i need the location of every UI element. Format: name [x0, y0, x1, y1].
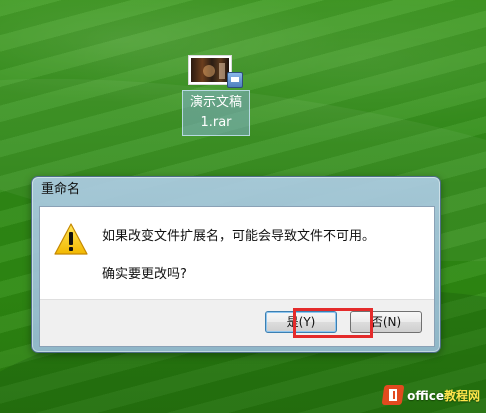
file-name-line2: 1.rar	[200, 115, 232, 130]
office-logo-icon	[383, 385, 403, 405]
dialog-message: 如果改变文件扩展名，可能会导致文件不可用。	[102, 229, 376, 244]
file-name-line1: 演示文稿	[189, 95, 242, 110]
file-thumbnail-icon	[188, 55, 232, 85]
desktop-file-icon[interactable]: 演示文稿 1.rar	[182, 52, 250, 138]
yes-button-highlight	[293, 308, 373, 338]
file-name-label[interactable]: 演示文稿 1.rar	[182, 90, 250, 136]
watermark-text: office教程网	[407, 387, 480, 404]
rename-dialog: 重命名 如果改变文件扩展名，可能会导致文件不可用。 确实要更改吗? 是(Y) 否…	[31, 176, 441, 353]
dialog-client-area: 如果改变文件扩展名，可能会导致文件不可用。 确实要更改吗? 是(Y) 否(N)	[39, 206, 435, 347]
watermark: office教程网	[383, 383, 480, 407]
warning-icon	[54, 223, 88, 255]
watermark-tail: 教程网	[443, 388, 480, 403]
dialog-confirm-question: 确实要更改吗?	[102, 267, 187, 282]
dialog-button-bar: 是(Y) 否(N)	[40, 299, 434, 346]
dialog-content: 如果改变文件扩展名，可能会导致文件不可用。 确实要更改吗?	[40, 207, 434, 299]
dialog-title: 重命名	[41, 182, 81, 197]
archive-overlay-icon	[227, 72, 243, 88]
dialog-titlebar[interactable]: 重命名	[32, 177, 440, 204]
watermark-brand: office	[407, 388, 444, 403]
